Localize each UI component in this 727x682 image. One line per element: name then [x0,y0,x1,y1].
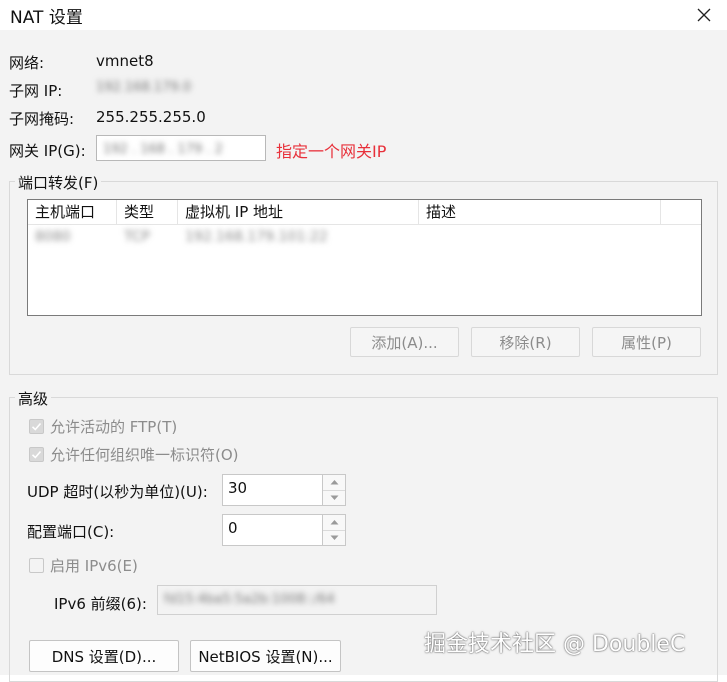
allow-ftp-checkbox-row[interactable]: 允许活动的 FTP(T) [29,416,177,437]
chevron-up-icon [330,480,338,485]
column-host-port[interactable]: 主机端口 [28,200,117,224]
udp-timeout-spin-buttons [322,474,346,506]
port-forwarding-title: 端口转发(F) [15,172,102,193]
allow-ouid-checkbox-row[interactable]: 允许任何组织唯一标识符(O) [29,444,239,465]
row-vm-ip: 192.168.179.101:22 [185,229,328,245]
column-description[interactable]: 描述 [419,200,661,224]
row-type: TCP [124,229,150,245]
udp-timeout-label: UDP 超时(以秒为单位)(U): [27,483,208,501]
ipv6-prefix-label: IPv6 前缀(6): [54,595,147,613]
properties-button[interactable]: 属性(P) [592,327,701,357]
allow-ouid-checkbox[interactable] [29,447,44,462]
config-port-spinner[interactable]: 0 [222,514,346,546]
allow-ouid-label: 允许任何组织唯一标识符(O) [50,446,239,464]
table-row[interactable]: 8080 TCP 192.168.179.101:22 [28,225,701,249]
allow-ftp-label: 允许活动的 FTP(T) [50,418,178,436]
spin-down-button[interactable] [323,531,345,546]
network-value: vmnet8 [96,52,154,70]
spin-up-button[interactable] [323,475,345,491]
subnet-ip-label: 子网 IP: [9,82,63,100]
row-description [419,225,426,249]
netbios-settings-button[interactable]: NetBIOS 设置(N)... [190,640,341,672]
enable-ipv6-checkbox-row[interactable]: 启用 IPv6(E) [29,555,138,576]
chevron-down-icon [330,535,338,540]
chevron-up-icon [330,520,338,525]
add-button[interactable]: 添加(A)... [350,327,459,357]
enable-ipv6-label: 启用 IPv6(E) [50,557,138,575]
spin-down-button[interactable] [323,491,345,506]
gateway-ip-label: 网关 IP(G): [9,142,86,160]
close-button[interactable] [681,0,727,30]
row-host-port: 8080 [35,229,71,245]
config-port-input[interactable]: 0 [222,514,322,546]
udp-timeout-spinner[interactable]: 30 [222,474,346,506]
list-header: 主机端口 类型 虚拟机 IP 地址 描述 [28,200,701,225]
ipv6-prefix-field[interactable]: fd15:4ba5:5a2b:1008::/64 [157,585,437,615]
network-label: 网络: [9,54,45,72]
allow-ftp-checkbox[interactable] [29,419,44,434]
subnet-mask-value: 255.255.255.0 [96,108,206,126]
checkmark-icon [31,450,42,459]
gateway-annotation: 指定一个网关IP [276,142,387,161]
dns-settings-button[interactable]: DNS 设置(D)... [29,640,179,672]
enable-ipv6-checkbox[interactable] [29,558,44,573]
checkmark-icon [31,422,42,431]
remove-button[interactable]: 移除(R) [471,327,580,357]
udp-timeout-input[interactable]: 30 [222,474,322,506]
port-forwarding-list[interactable]: 主机端口 类型 虚拟机 IP 地址 描述 8080 TCP 192.168.17… [27,199,702,316]
window-title: NAT 设置 [10,8,83,28]
config-port-spin-buttons [322,514,346,546]
subnet-ip-value: 192.168.179.0 [96,80,192,95]
nat-settings-dialog: NAT 设置 网络: vmnet8 子网 IP: 192.168.179.0 子… [0,0,727,682]
gateway-ip-value: 192 . 168 . 179 . 2 [103,142,223,157]
ipv6-prefix-value: fd15:4ba5:5a2b:1008::/64 [164,592,335,607]
column-type[interactable]: 类型 [117,200,178,224]
spin-up-button[interactable] [323,515,345,531]
subnet-mask-label: 子网掩码: [9,110,75,128]
gateway-ip-field[interactable]: 192 . 168 . 179 . 2 [96,135,266,161]
chevron-down-icon [330,495,338,500]
title-bar: NAT 设置 [0,0,727,30]
close-icon [697,8,711,22]
column-vm-ip[interactable]: 虚拟机 IP 地址 [178,200,419,224]
advanced-title: 高级 [15,388,52,409]
watermark: 掘金技术社区 @ DoubleC [424,632,686,657]
config-port-label: 配置端口(C): [27,523,115,541]
